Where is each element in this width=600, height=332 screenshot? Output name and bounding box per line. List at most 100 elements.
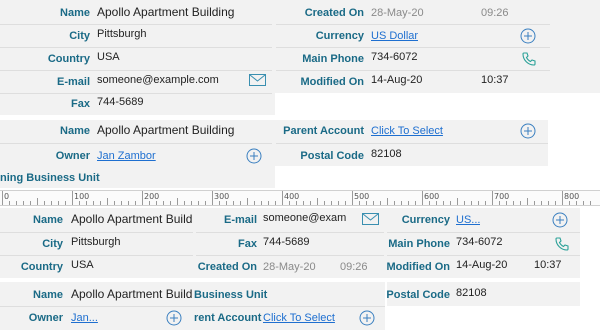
top-modified-date[interactable]: 14-Aug-20: [371, 74, 422, 86]
add-circle-icon[interactable]: [165, 309, 183, 327]
narrow-modified-date[interactable]: 14-Aug-20: [456, 259, 507, 271]
ruler-tick: [569, 201, 570, 205]
top-phone-label: Main Phone: [302, 53, 364, 65]
top-created-date[interactable]: 28-May-20: [371, 7, 424, 19]
phone-icon[interactable]: [520, 50, 538, 68]
divider: [276, 143, 548, 144]
mail-icon[interactable]: [248, 73, 266, 87]
ruler-tick: [527, 198, 528, 205]
ruler-tick: [93, 201, 94, 205]
top-currency-label: Currency: [315, 30, 364, 42]
narrow-name2-label: Name: [33, 289, 63, 301]
top-country-value[interactable]: USA: [97, 51, 120, 63]
ruler-tick: [121, 201, 122, 205]
ruler-tick: [345, 201, 346, 205]
add-circle-icon[interactable]: [245, 147, 263, 165]
ruler-tick: [2, 191, 3, 205]
ruler-tick: [443, 201, 444, 205]
narrow-currency-link[interactable]: US...: [456, 214, 480, 226]
narrow-name-label: Name: [33, 214, 63, 226]
add-circle-icon[interactable]: [519, 122, 537, 140]
ruler-tick: [541, 201, 542, 205]
divider: [387, 255, 580, 256]
narrow-city-value[interactable]: Pittsburgh: [71, 236, 121, 248]
top-modified-time[interactable]: 10:37: [481, 74, 509, 86]
second-parent-link[interactable]: Click To Select: [371, 125, 443, 137]
top-phone-value[interactable]: 734-6072: [371, 51, 418, 63]
narrow-parent-label: rent Account: [194, 312, 262, 324]
narrow-email-label: E-mail: [223, 214, 257, 226]
ruler-tick: [471, 201, 472, 205]
divider: [0, 70, 272, 71]
ruler-tick: [303, 201, 304, 205]
narrow-country-label: Country: [20, 261, 63, 273]
top-created-time[interactable]: 09:26: [481, 7, 509, 19]
top-email-label: E-mail: [56, 76, 90, 88]
ruler-tick: [156, 201, 157, 205]
add-circle-icon[interactable]: [358, 309, 376, 327]
divider: [387, 232, 580, 233]
ruler-tick: [401, 201, 402, 205]
business-unit-label: ning Business Unit: [0, 172, 100, 184]
ruler-tick: [450, 201, 451, 205]
ruler-tick: [380, 201, 381, 205]
ruler-tick: [205, 201, 206, 205]
top-country-label: Country: [47, 53, 90, 65]
ruler-tick: [219, 201, 220, 205]
ruler-tick: [142, 191, 143, 205]
phone-icon[interactable]: [553, 235, 571, 253]
top-name-value[interactable]: Apollo Apartment Building: [97, 5, 234, 19]
ruler-tick: [9, 201, 10, 205]
top-email-value[interactable]: someone@example.com: [97, 74, 219, 86]
narrow-currency-label: Currency: [401, 214, 450, 226]
second-postal-value[interactable]: 82108: [371, 148, 402, 160]
narrow-fax-value[interactable]: 744-5689: [263, 236, 310, 248]
divider: [276, 47, 550, 48]
narrow-email-value[interactable]: someone@exam: [263, 212, 355, 224]
narrow-phone-value[interactable]: 734-6072: [456, 236, 503, 248]
second-owner-link[interactable]: Jan Zambor: [97, 150, 156, 162]
narrow-postal-value[interactable]: 82108: [456, 287, 487, 299]
narrow-modified-time[interactable]: 10:37: [534, 259, 562, 271]
divider: [0, 306, 385, 307]
second-name-value[interactable]: Apollo Apartment Building: [97, 123, 234, 137]
narrow-country-value[interactable]: USA: [71, 259, 94, 271]
ruler-tick: [240, 201, 241, 205]
narrow-owner-label: Owner: [28, 312, 63, 324]
top-fax-value[interactable]: 744-5689: [97, 96, 144, 108]
ruler-tick: [429, 201, 430, 205]
narrow-modified-label: Modified On: [386, 261, 450, 273]
add-circle-icon[interactable]: [519, 27, 537, 45]
divider: [0, 143, 272, 144]
ruler-tick: [534, 201, 535, 205]
top-currency-link[interactable]: US Dollar: [371, 30, 418, 42]
narrow-created-date[interactable]: 28-May-20: [263, 261, 316, 273]
narrow-name2-value[interactable]: Apollo Apartment Buildir: [71, 287, 193, 301]
narrow-name-value[interactable]: Apollo Apartment Buildir: [71, 212, 193, 226]
narrow-bu-label: Business Unit: [194, 289, 268, 301]
ruler-label: 600: [424, 192, 440, 201]
ruler-tick: [331, 201, 332, 205]
narrow-owner-link[interactable]: Jan...: [71, 312, 98, 324]
ruler-tick: [72, 191, 73, 205]
narrow-created-time[interactable]: 09:26: [340, 261, 368, 273]
ruler-tick: [289, 201, 290, 205]
mail-icon[interactable]: [361, 212, 379, 226]
ruler-tick: [506, 201, 507, 205]
ruler-tick: [30, 201, 31, 205]
ruler-tick: [107, 198, 108, 205]
divider: [196, 255, 384, 256]
top-city-value[interactable]: Pittsburgh: [97, 28, 147, 40]
divider: [276, 24, 550, 25]
ruler-tick: [548, 201, 549, 205]
second-parent-label: Parent Account: [283, 125, 364, 137]
add-circle-icon[interactable]: [551, 211, 569, 229]
ruler-label: 100: [74, 192, 90, 201]
ruler-label: 500: [354, 192, 370, 201]
ruler-tick: [359, 201, 360, 205]
layout-ruler[interactable]: 0 100 200 300 400 500 600 700 800: [0, 190, 600, 206]
narrow-parent-link[interactable]: Click To Select: [263, 312, 335, 324]
divider: [276, 70, 550, 71]
ruler-tick: [513, 201, 514, 205]
ruler-label: 300: [214, 192, 230, 201]
